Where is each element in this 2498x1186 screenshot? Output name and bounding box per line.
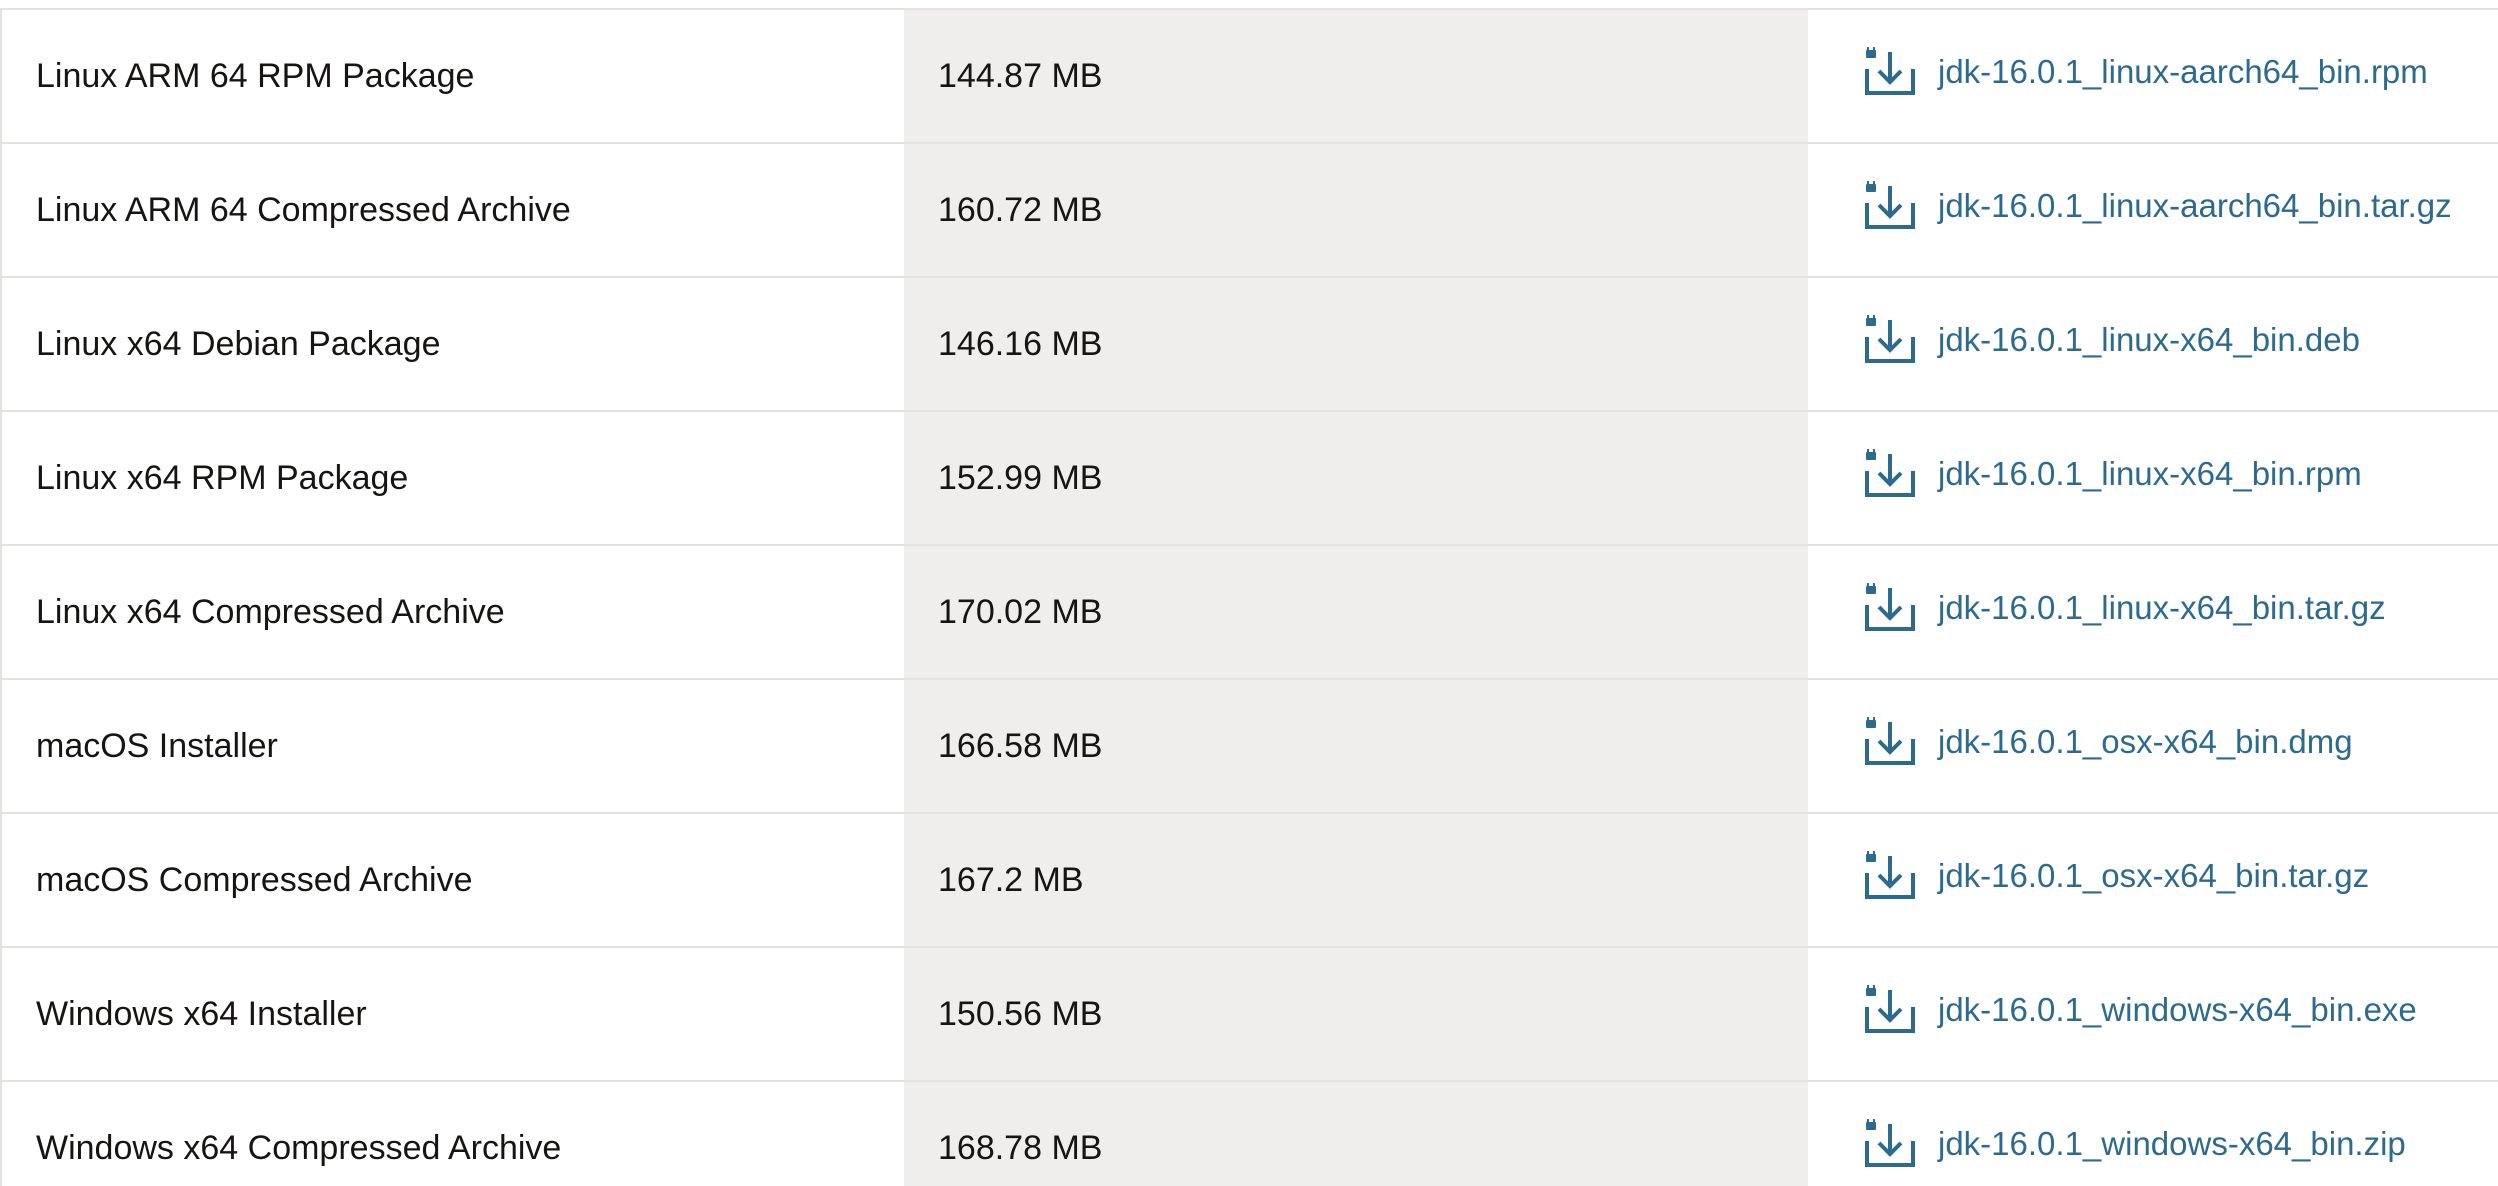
- table-row: Linux ARM 64 Compressed Archive 160.72 M…: [0, 143, 2498, 277]
- downloads-table: Linux ARM 64 RPM Package 144.87 MB jdk-1…: [0, 8, 2498, 1186]
- product-name: Linux x64 Debian Package: [36, 324, 441, 363]
- file-size-cell: 146.16 MB: [904, 277, 1808, 411]
- download-icon: [1864, 448, 1916, 499]
- file-size: 160.72 MB: [938, 190, 1103, 229]
- download-file-name[interactable]: jdk-16.0.1_windows-x64_bin.zip: [1938, 1125, 2406, 1163]
- product-name-cell: Linux ARM 64 RPM Package: [0, 9, 904, 143]
- download-file-name[interactable]: jdk-16.0.1_linux-x64_bin.tar.gz: [1938, 589, 2386, 627]
- download-link[interactable]: jdk-16.0.1_linux-x64_bin.deb: [1864, 314, 2360, 365]
- download-cell: jdk-16.0.1_windows-x64_bin.exe: [1808, 947, 2498, 1081]
- download-link[interactable]: jdk-16.0.1_windows-x64_bin.exe: [1864, 984, 2417, 1035]
- file-size: 152.99 MB: [938, 458, 1103, 497]
- file-size: 150.56 MB: [938, 994, 1103, 1033]
- download-file-name[interactable]: jdk-16.0.1_osx-x64_bin.dmg: [1938, 723, 2353, 761]
- download-link[interactable]: jdk-16.0.1_linux-x64_bin.tar.gz: [1864, 582, 2386, 633]
- table-row: macOS Installer 166.58 MB jdk-16.0.1_osx…: [0, 679, 2498, 813]
- downloads-table-container: Linux ARM 64 RPM Package 144.87 MB jdk-1…: [0, 0, 2498, 1186]
- download-cell: jdk-16.0.1_linux-x64_bin.tar.gz: [1808, 545, 2498, 679]
- product-name-cell: macOS Installer: [0, 679, 904, 813]
- download-cell: jdk-16.0.1_linux-aarch64_bin.tar.gz: [1808, 143, 2498, 277]
- table-row: Linux ARM 64 RPM Package 144.87 MB jdk-1…: [0, 9, 2498, 143]
- download-cell: jdk-16.0.1_linux-x64_bin.rpm: [1808, 411, 2498, 545]
- file-size-cell: 150.56 MB: [904, 947, 1808, 1081]
- product-name-cell: Linux x64 Debian Package: [0, 277, 904, 411]
- download-cell: jdk-16.0.1_linux-x64_bin.deb: [1808, 277, 2498, 411]
- download-icon: [1864, 850, 1916, 901]
- product-name-cell: Linux ARM 64 Compressed Archive: [0, 143, 904, 277]
- download-cell: jdk-16.0.1_linux-aarch64_bin.rpm: [1808, 9, 2498, 143]
- file-size-cell: 144.87 MB: [904, 9, 1808, 143]
- download-file-name[interactable]: jdk-16.0.1_linux-aarch64_bin.rpm: [1938, 53, 2428, 91]
- download-link[interactable]: jdk-16.0.1_osx-x64_bin.dmg: [1864, 716, 2353, 767]
- download-file-name[interactable]: jdk-16.0.1_linux-x64_bin.deb: [1938, 321, 2360, 359]
- download-link[interactable]: jdk-16.0.1_windows-x64_bin.zip: [1864, 1118, 2406, 1169]
- file-size: 146.16 MB: [938, 324, 1103, 363]
- download-icon: [1864, 582, 1916, 633]
- table-row: Linux x64 RPM Package 152.99 MB jdk-16.0…: [0, 411, 2498, 545]
- product-name: Windows x64 Installer: [36, 994, 367, 1033]
- table-row: Linux x64 Compressed Archive 170.02 MB j…: [0, 545, 2498, 679]
- file-size: 168.78 MB: [938, 1128, 1103, 1167]
- download-cell: jdk-16.0.1_osx-x64_bin.dmg: [1808, 679, 2498, 813]
- download-cell: jdk-16.0.1_osx-x64_bin.tar.gz: [1808, 813, 2498, 947]
- file-size: 166.58 MB: [938, 726, 1103, 765]
- file-size-cell: 160.72 MB: [904, 143, 1808, 277]
- file-size-cell: 152.99 MB: [904, 411, 1808, 545]
- download-file-name[interactable]: jdk-16.0.1_osx-x64_bin.tar.gz: [1938, 857, 2369, 895]
- download-icon: [1864, 314, 1916, 365]
- file-size: 167.2 MB: [938, 860, 1084, 899]
- file-size-cell: 168.78 MB: [904, 1081, 1808, 1186]
- product-name-cell: Windows x64 Installer: [0, 947, 904, 1081]
- product-name-cell: Windows x64 Compressed Archive: [0, 1081, 904, 1186]
- product-name-cell: Linux x64 RPM Package: [0, 411, 904, 545]
- table-row: macOS Compressed Archive 167.2 MB jdk-16…: [0, 813, 2498, 947]
- table-row: Linux x64 Debian Package 146.16 MB jdk-1…: [0, 277, 2498, 411]
- product-name: Linux ARM 64 Compressed Archive: [36, 190, 571, 229]
- file-size-cell: 170.02 MB: [904, 545, 1808, 679]
- download-file-name[interactable]: jdk-16.0.1_linux-x64_bin.rpm: [1938, 455, 2362, 493]
- download-link[interactable]: jdk-16.0.1_linux-x64_bin.rpm: [1864, 448, 2362, 499]
- file-size-cell: 166.58 MB: [904, 679, 1808, 813]
- file-size-cell: 167.2 MB: [904, 813, 1808, 947]
- product-name: Windows x64 Compressed Archive: [36, 1128, 562, 1167]
- table-row: Windows x64 Installer 150.56 MB jdk-16.0…: [0, 947, 2498, 1081]
- download-link[interactable]: jdk-16.0.1_linux-aarch64_bin.rpm: [1864, 46, 2428, 97]
- file-size: 144.87 MB: [938, 56, 1103, 95]
- product-name: macOS Installer: [36, 726, 278, 765]
- product-name: Linux ARM 64 RPM Package: [36, 56, 475, 95]
- download-cell: jdk-16.0.1_windows-x64_bin.zip: [1808, 1081, 2498, 1186]
- download-file-name[interactable]: jdk-16.0.1_linux-aarch64_bin.tar.gz: [1938, 187, 2452, 225]
- download-link[interactable]: jdk-16.0.1_linux-aarch64_bin.tar.gz: [1864, 180, 2452, 231]
- product-name-cell: macOS Compressed Archive: [0, 813, 904, 947]
- product-name: macOS Compressed Archive: [36, 860, 473, 899]
- download-icon: [1864, 716, 1916, 767]
- download-icon: [1864, 46, 1916, 97]
- downloads-table-body: Linux ARM 64 RPM Package 144.87 MB jdk-1…: [0, 9, 2498, 1186]
- product-name: Linux x64 RPM Package: [36, 458, 409, 497]
- download-icon: [1864, 1118, 1916, 1169]
- download-icon: [1864, 180, 1916, 231]
- download-link[interactable]: jdk-16.0.1_osx-x64_bin.tar.gz: [1864, 850, 2369, 901]
- table-row: Windows x64 Compressed Archive 168.78 MB…: [0, 1081, 2498, 1186]
- file-size: 170.02 MB: [938, 592, 1103, 631]
- download-icon: [1864, 984, 1916, 1035]
- product-name: Linux x64 Compressed Archive: [36, 592, 505, 631]
- product-name-cell: Linux x64 Compressed Archive: [0, 545, 904, 679]
- download-file-name[interactable]: jdk-16.0.1_windows-x64_bin.exe: [1938, 991, 2417, 1029]
